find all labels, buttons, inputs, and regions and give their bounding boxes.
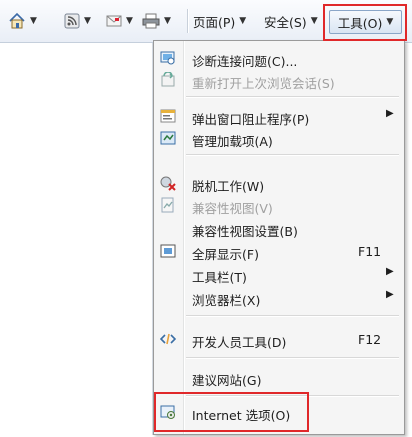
devtools-icon: [160, 333, 176, 345]
mail-icon: [106, 15, 122, 27]
print-button[interactable]: ▼: [142, 6, 171, 36]
menu-item-compat-view-settings[interactable]: 兼容性视图设置(B): [154, 217, 404, 239]
submenu-arrow-icon: ▶: [386, 108, 394, 119]
menu-separator: [186, 154, 399, 156]
safety-menu-button[interactable]: 安全(S) ▼: [264, 6, 318, 36]
toolbar-divider: [187, 9, 189, 33]
chevron-down-icon[interactable]: ▼: [84, 16, 91, 26]
tools-menu-label: 工具(O): [337, 15, 383, 31]
diagnose-icon: [160, 51, 175, 65]
page-menu-label: 页面(P): [193, 14, 236, 30]
menu-separator: [186, 96, 399, 98]
menu-separator: [186, 395, 399, 397]
menu-item-explorer-bars[interactable]: 浏览器栏(X) ▶: [154, 286, 404, 308]
menu-item-developer-tools[interactable]: 开发人员工具(D) F12: [154, 328, 404, 350]
addons-icon: [160, 131, 176, 145]
menu-item-reopen-session[interactable]: 重新打开上次浏览会话(S): [154, 69, 404, 91]
menu-item-internet-options[interactable]: Internet 选项(O): [154, 401, 404, 423]
chevron-down-icon[interactable]: ▼: [126, 16, 133, 26]
chevron-down-icon[interactable]: ▼: [164, 16, 171, 26]
submenu-arrow-icon: ▶: [386, 266, 394, 277]
popup-blocker-icon: [160, 109, 176, 123]
menu-item-toolbars[interactable]: 工具栏(T) ▶: [154, 263, 404, 285]
chevron-down-icon: ▼: [386, 17, 394, 27]
page-menu-button[interactable]: 页面(P) ▼: [193, 6, 246, 36]
rss-icon: [64, 13, 80, 29]
printer-icon: [142, 13, 160, 29]
menu-item-suggested-sites[interactable]: 建议网站(G): [154, 366, 404, 388]
menu-separator: [186, 315, 399, 317]
mail-button[interactable]: ▼: [106, 6, 133, 36]
fullscreen-icon: [160, 244, 176, 258]
chevron-down-icon[interactable]: ▼: [30, 16, 37, 26]
tools-dropdown-menu: 诊断连接问题(C)... 重新打开上次浏览会话(S) 弹出窗口阻止程序(P) ▶…: [153, 40, 405, 435]
feeds-button[interactable]: ▼: [64, 6, 91, 36]
menu-item-work-offline[interactable]: 脱机工作(W): [154, 172, 404, 194]
home-icon: [9, 12, 25, 29]
menu-item-compat-view[interactable]: 兼容性视图(V): [154, 194, 404, 216]
compat-view-icon: [161, 197, 174, 213]
menu-item-fullscreen[interactable]: 全屏显示(F) F11: [154, 240, 404, 262]
internet-options-icon: [160, 405, 175, 419]
menu-item-diagnose[interactable]: 诊断连接问题(C)...: [154, 47, 404, 69]
menu-item-popup-blocker[interactable]: 弹出窗口阻止程序(P) ▶: [154, 105, 404, 127]
home-button[interactable]: ▼: [8, 6, 37, 36]
reopen-session-icon: [161, 72, 175, 87]
offline-icon: [160, 176, 176, 191]
menu-item-manage-addons[interactable]: 管理加载项(A): [154, 127, 404, 149]
submenu-arrow-icon: ▶: [386, 289, 394, 300]
command-bar: ▼ ▼ ▼ ▼ 页面(P) ▼ 安全(S) ▼ 工具(O) ▼: [0, 0, 412, 43]
page-content-area: [0, 43, 153, 435]
tools-menu-button[interactable]: 工具(O) ▼: [329, 10, 402, 34]
menu-separator: [186, 357, 399, 359]
chevron-down-icon: ▼: [239, 16, 247, 26]
chevron-down-icon: ▼: [310, 16, 318, 26]
safety-menu-label: 安全(S): [264, 14, 307, 30]
